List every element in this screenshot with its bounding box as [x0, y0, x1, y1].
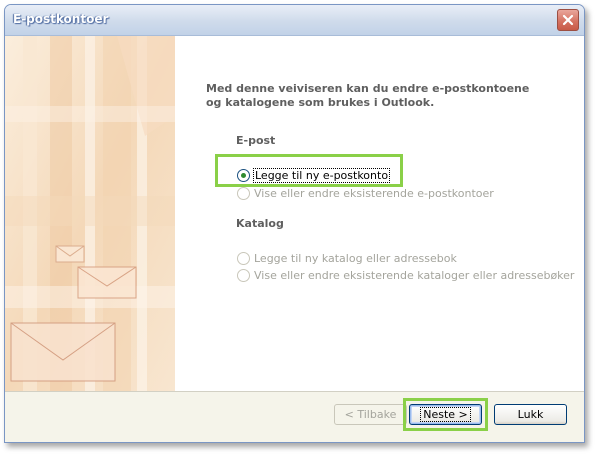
radio-button[interactable]: [237, 252, 250, 265]
intro-text: Med denne veiviseren kan du endre e-post…: [206, 82, 536, 110]
next-button[interactable]: Neste >: [409, 404, 482, 425]
title-bar[interactable]: E-postkontoer: [5, 5, 584, 36]
close-dialog-button[interactable]: Lukk: [494, 404, 567, 425]
window-title: E-postkontoer: [13, 12, 109, 26]
radio-label: Legge til ny e-postkonto: [252, 168, 391, 183]
radio-label: Vise eller endre eksisterende e-postkont…: [254, 187, 494, 200]
radio-view-edit-email-accounts[interactable]: Vise eller endre eksisterende e-postkont…: [237, 187, 494, 200]
radio-label: Vise eller endre eksisterende kataloger …: [254, 269, 575, 282]
footer-divider: [5, 391, 584, 392]
close-button[interactable]: [557, 9, 579, 31]
intro-line-2: og katalogene som brukes i Outlook.: [206, 96, 435, 109]
back-button[interactable]: < Tilbake: [334, 404, 407, 425]
directory-group-label: Katalog: [236, 217, 284, 230]
envelope-icon: [55, 245, 85, 263]
radio-add-directory[interactable]: Legge til ny katalog eller adressebok: [237, 252, 457, 265]
wizard-content: Med denne veiviseren kan du endre e-post…: [5, 36, 584, 391]
envelope-icon: [10, 322, 116, 382]
radio-label: Legge til ny katalog eller adressebok: [254, 252, 457, 265]
wizard-banner-image: [5, 36, 175, 391]
radio-button[interactable]: [237, 269, 250, 282]
close-icon: [562, 14, 574, 26]
email-group-label: E-post: [236, 134, 276, 147]
wizard-window: E-postkontoer Med denne veiviseren kan d…: [4, 4, 585, 443]
radio-add-email-account[interactable]: Legge til ny e-postkonto: [237, 168, 391, 183]
radio-view-edit-directories[interactable]: Vise eller endre eksisterende kataloger …: [237, 269, 574, 282]
envelope-icon: [77, 266, 137, 299]
intro-line-1: Med denne veiviseren kan du endre e-post…: [206, 82, 530, 95]
radio-button[interactable]: [237, 187, 250, 200]
radio-button-selected[interactable]: [237, 169, 250, 182]
